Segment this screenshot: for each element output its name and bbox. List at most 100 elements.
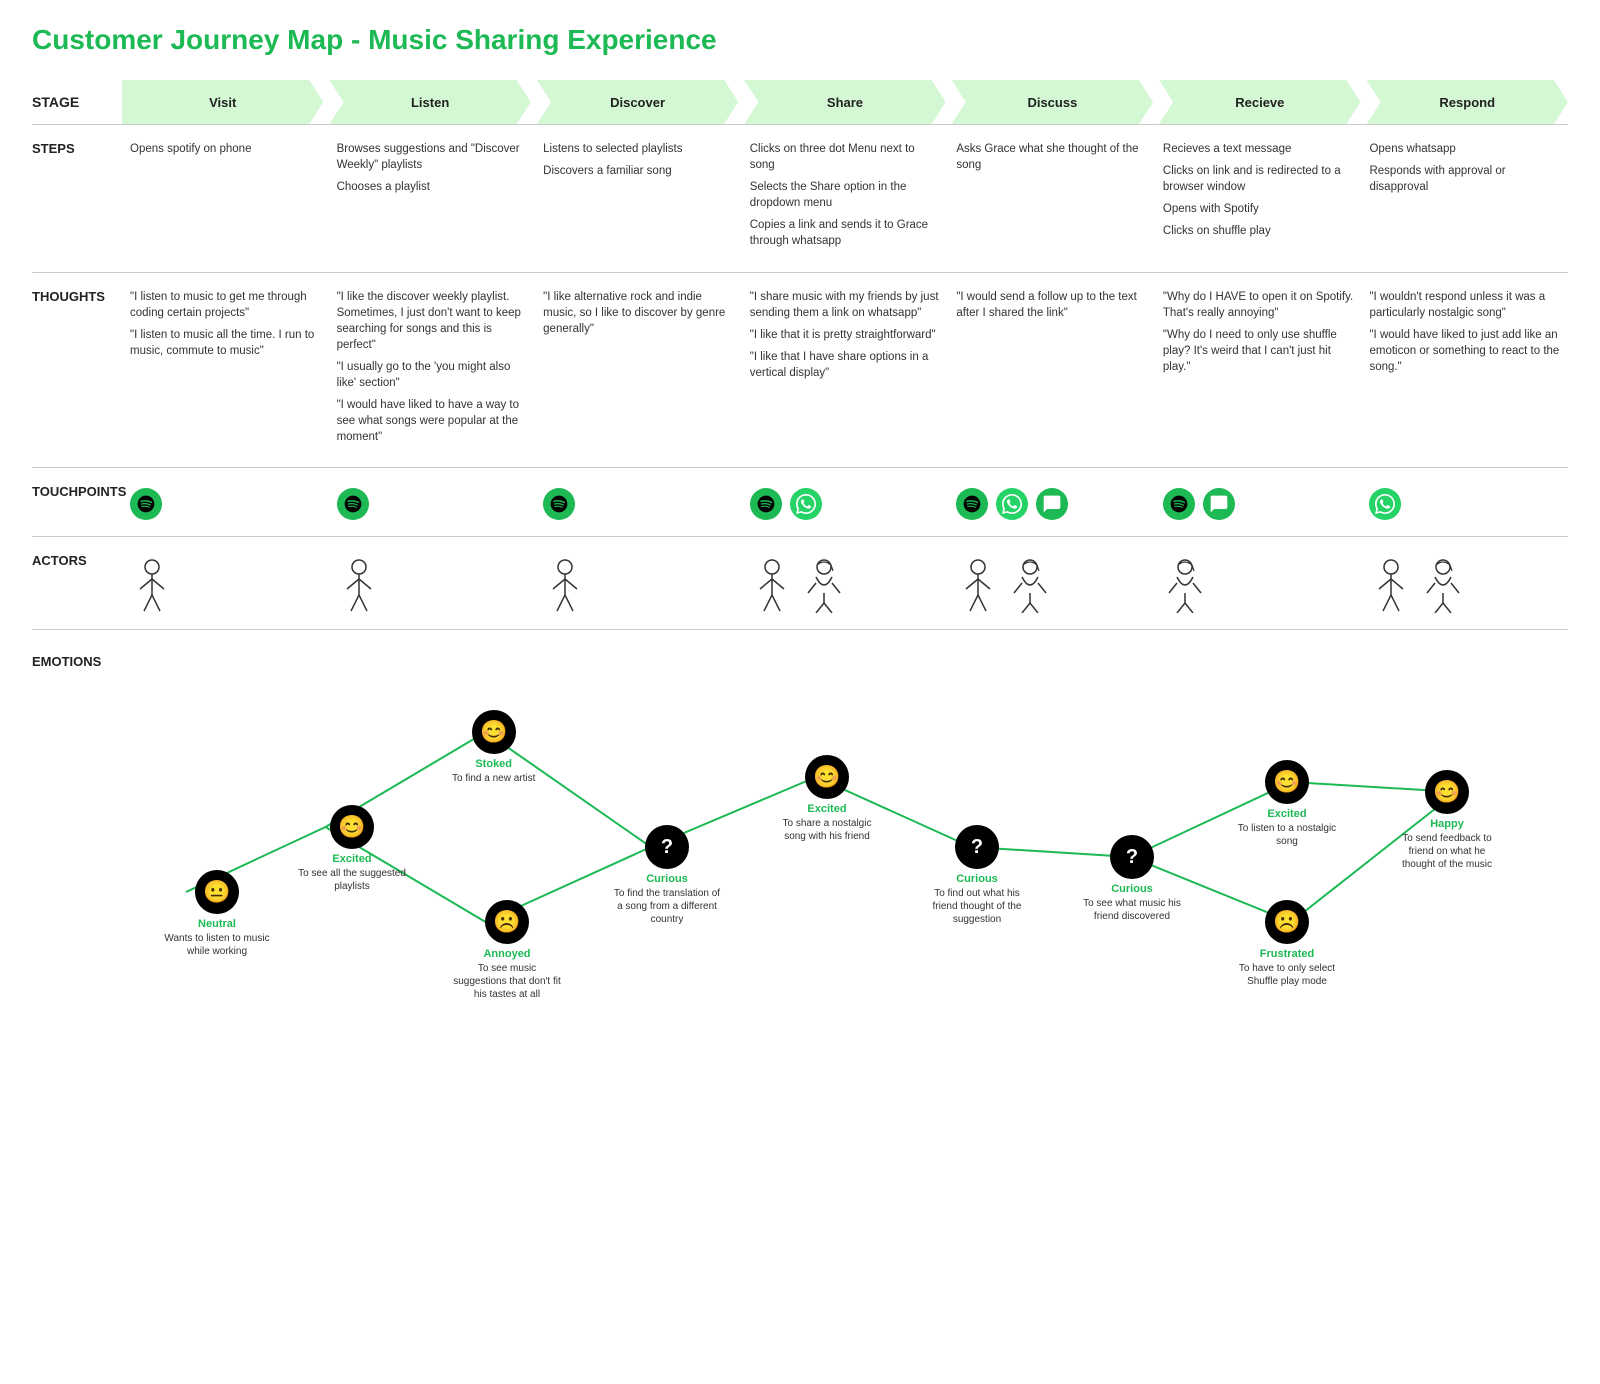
emotion-desc-excited3: To listen to a nostalgic song [1232, 822, 1342, 848]
actor-male [130, 557, 178, 613]
whatsapp-icon [996, 488, 1028, 520]
spotify-icon [130, 488, 162, 520]
touchpoints-cell-2 [535, 480, 742, 524]
emotion-face-annoyed: ☹️ [485, 900, 529, 944]
thought-text: "Why do I HAVE to open it on Spotify. Th… [1163, 289, 1354, 321]
step-text: Discovers a familiar song [543, 163, 734, 179]
emotion-excited3: 😊ExcitedTo listen to a nostalgic song [1232, 760, 1342, 848]
touchpoints-cell-4 [948, 480, 1155, 524]
actors-row: ACTORS [32, 536, 1568, 629]
touchpoints-cell-0 [122, 480, 329, 524]
touchpoints-label: TOUCHPOINTS [32, 480, 122, 524]
actor-male [750, 557, 798, 613]
actors-label: ACTORS [32, 549, 122, 617]
thoughts-cell-1: "I like the discover weekly playlist. So… [329, 285, 536, 456]
spotify-icon [1163, 488, 1195, 520]
whatsapp-icon [1369, 488, 1401, 520]
thought-text: "I would have liked to have a way to see… [337, 397, 528, 445]
emotion-desc-curious1: To find the translation of a song from a… [612, 887, 722, 926]
emotion-label-curious1: Curious [646, 873, 688, 885]
emotion-desc-annoyed: To see music suggestions that don't fit … [452, 962, 562, 1001]
emotion-label-curious2: Curious [956, 873, 998, 885]
actor-female [1421, 557, 1469, 613]
whatsapp-icon [790, 488, 822, 520]
emotion-desc-excited2: To share a nostalgic song with his frien… [772, 817, 882, 843]
stage-discuss: Discuss [952, 80, 1153, 124]
thoughts-cell-3: "I share music with my friends by just s… [742, 285, 949, 456]
stage-row: STAGE VisitListenDiscoverShareDiscussRec… [32, 80, 1568, 124]
emotion-face-excited1: 😊 [330, 805, 374, 849]
steps-row: STEPS Opens spotify on phone Browses sugg… [32, 124, 1568, 272]
emotion-face-neutral: 😐 [195, 870, 239, 914]
steps-label: STEPS [32, 137, 122, 260]
emotion-desc-curious3: To see what music his friend discovered [1077, 897, 1187, 923]
emotion-label-excited1: Excited [332, 853, 371, 865]
step-text: Clicks on link and is redirected to a br… [1163, 163, 1354, 195]
thoughts-cells: "I listen to music to get me through cod… [122, 285, 1568, 456]
actors-cell-4 [948, 549, 1155, 617]
step-text: Opens whatsapp [1369, 141, 1560, 157]
actor-male [543, 557, 591, 613]
stage-listen: Listen [329, 80, 530, 124]
actor-male [956, 557, 1004, 613]
actors-cell-5 [1155, 549, 1362, 617]
emotion-frustrated: ☹️FrustratedTo have to only select Shuff… [1232, 900, 1342, 988]
stage-respond: Respond [1367, 80, 1568, 124]
spotify-icon [956, 488, 988, 520]
emotion-label-happy: Happy [1430, 818, 1464, 830]
step-text: Recieves a text message [1163, 141, 1354, 157]
emotion-label-curious3: Curious [1111, 883, 1153, 895]
imessage-icon [1036, 488, 1068, 520]
thought-text: "Why do I need to only use shuffle play?… [1163, 327, 1354, 375]
emotion-desc-frustrated: To have to only select Shuffle play mode [1232, 962, 1342, 988]
step-text: Selects the Share option in the dropdown… [750, 179, 941, 211]
steps-cells: Opens spotify on phone Browses suggestion… [122, 137, 1568, 260]
spotify-icon [750, 488, 782, 520]
actors-cell-2 [535, 549, 742, 617]
emotion-curious1: ? Curious To find the translation of a son… [612, 825, 722, 926]
thoughts-label: THOUGHTS [32, 285, 122, 456]
step-text: Chooses a playlist [337, 179, 528, 195]
step-text: Copies a link and sends it to Grace thro… [750, 217, 941, 249]
emotion-label-stoked: Stoked [475, 758, 512, 770]
step-text: Browses suggestions and "Discover Weekly… [337, 141, 528, 173]
steps-cell-0: Opens spotify on phone [122, 137, 329, 260]
thought-text: "I would send a follow up to the text af… [956, 289, 1147, 321]
emotion-face-curious1: ? [645, 825, 689, 869]
touchpoints-cell-5 [1155, 480, 1362, 524]
thoughts-cell-2: "I like alternative rock and indie music… [535, 285, 742, 456]
title-highlight: Music Sharing Experience [368, 24, 717, 55]
stage-discover: Discover [537, 80, 738, 124]
actor-female [1008, 557, 1056, 613]
stage-recieve: Recieve [1159, 80, 1360, 124]
touchpoints-cells [122, 480, 1568, 524]
emotion-face-curious3: ? [1110, 835, 1154, 879]
step-text: Opens spotify on phone [130, 141, 321, 157]
emotion-face-excited3: 😊 [1265, 760, 1309, 804]
actors-cells [122, 549, 1568, 617]
actor-male [1369, 557, 1417, 613]
emotion-label-excited2: Excited [807, 803, 846, 815]
emotion-neutral: 😐NeutralWants to listen to music while w… [162, 870, 272, 958]
thought-text: "I wouldn't respond unless it was a part… [1369, 289, 1560, 321]
emotion-excited2: 😊ExcitedTo share a nostalgic song with h… [772, 755, 882, 843]
stage-visit: Visit [122, 80, 323, 124]
emotion-face-curious2: ? [955, 825, 999, 869]
emotions-section: EMOTIONS 😐NeutralWants to listen to musi… [32, 629, 1568, 990]
actor-male [337, 557, 385, 613]
emotion-desc-neutral: Wants to listen to music while working [162, 932, 272, 958]
thoughts-cell-6: "I wouldn't respond unless it was a part… [1361, 285, 1568, 456]
step-text: Responds with approval or disapproval [1369, 163, 1560, 195]
thought-text: "I like that it is pretty straightforwar… [750, 327, 941, 343]
emotions-label: EMOTIONS [32, 650, 122, 990]
step-text: Clicks on shuffle play [1163, 223, 1354, 239]
step-text: Asks Grace what she thought of the song [956, 141, 1147, 173]
stage-share: Share [744, 80, 945, 124]
thought-text: "I listen to music all the time. I run t… [130, 327, 321, 359]
emotion-desc-happy: To send feedback to friend on what he th… [1392, 832, 1502, 871]
stages-container: VisitListenDiscoverShareDiscussRecieveRe… [122, 80, 1568, 124]
actors-cell-0 [122, 549, 329, 617]
thought-text: "I would have liked to just add like an … [1369, 327, 1560, 375]
steps-cell-3: Clicks on three dot Menu next to songSel… [742, 137, 949, 260]
imessage-icon [1203, 488, 1235, 520]
